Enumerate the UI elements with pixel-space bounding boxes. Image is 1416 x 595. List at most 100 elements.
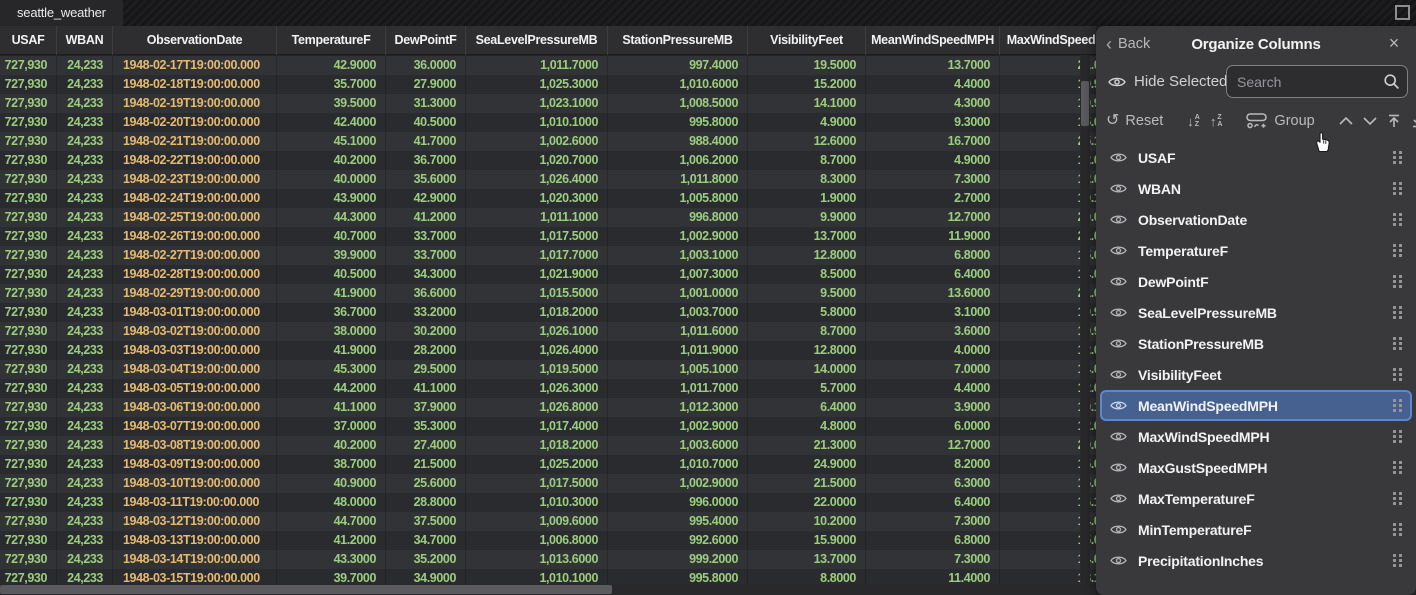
eye-icon[interactable] xyxy=(1110,462,1127,473)
eye-icon[interactable] xyxy=(1110,214,1127,225)
column-header-visibilityfeet[interactable]: VisibilityFeet xyxy=(748,26,866,55)
group-button[interactable]: Group xyxy=(1246,113,1314,129)
column-header-observationdate[interactable]: ObservationDate xyxy=(113,26,277,55)
table-cell: 3.9000 xyxy=(866,398,1000,417)
table-cell: 24,233 xyxy=(57,284,113,303)
table-cell: 1,025.3000 xyxy=(466,75,608,94)
search-input[interactable] xyxy=(1226,65,1408,98)
table-cell: 12.8000 xyxy=(748,341,866,360)
eye-icon[interactable] xyxy=(1110,307,1127,318)
table-cell: 40.2000 xyxy=(277,151,386,170)
drag-handle-icon[interactable] xyxy=(1393,554,1402,567)
table-cell: 3.1000 xyxy=(866,303,1000,322)
table-cell: 4.8000 xyxy=(748,417,866,436)
move-to-top-button[interactable] xyxy=(1387,114,1401,128)
organize-column-item-dewpointf[interactable]: DewPointF xyxy=(1100,266,1412,297)
organize-column-item-stationpressuremb[interactable]: StationPressureMB xyxy=(1100,328,1412,359)
eye-icon[interactable] xyxy=(1110,152,1127,163)
table-row: 727,93024,2331948-03-06T19:00:00.00041.1… xyxy=(0,398,1096,417)
eye-icon[interactable] xyxy=(1110,555,1127,566)
column-label: WBAN xyxy=(1138,181,1382,197)
drag-handle-icon[interactable] xyxy=(1393,368,1402,381)
table-cell: 1,026.4000 xyxy=(466,170,608,189)
eye-icon[interactable] xyxy=(1110,400,1127,411)
sort-ascending-button[interactable]: ↓ AZ xyxy=(1187,114,1200,129)
column-header-wban[interactable]: WBAN xyxy=(57,26,113,55)
table-cell: 1948-03-03T19:00:00.000 xyxy=(113,341,277,360)
column-header-sealevelpressuremb[interactable]: SeaLevelPressureMB xyxy=(466,26,608,55)
table-cell: 1948-03-11T19:00:00.000 xyxy=(113,493,277,512)
close-icon[interactable]: × xyxy=(1384,33,1404,53)
drag-handle-icon[interactable] xyxy=(1393,492,1402,505)
organize-column-item-sealevelpressuremb[interactable]: SeaLevelPressureMB xyxy=(1100,297,1412,328)
organize-column-item-observationdate[interactable]: ObservationDate xyxy=(1100,204,1412,235)
eye-icon[interactable] xyxy=(1110,369,1127,380)
column-label: MaxGustSpeedMPH xyxy=(1138,460,1382,476)
eye-icon[interactable] xyxy=(1110,338,1127,349)
drag-handle-icon[interactable] xyxy=(1393,306,1402,319)
table-cell: 727,930 xyxy=(0,56,57,75)
drag-handle-icon[interactable] xyxy=(1393,430,1402,443)
drag-handle-icon[interactable] xyxy=(1393,151,1402,164)
organize-column-item-mintemperaturef[interactable]: MinTemperatureF xyxy=(1100,514,1412,545)
table-cell: 1,026.8000 xyxy=(466,398,608,417)
table-cell: 1,017.4000 xyxy=(466,417,608,436)
eye-icon[interactable] xyxy=(1110,493,1127,504)
organize-column-item-maxtemperaturef[interactable]: MaxTemperatureF xyxy=(1100,483,1412,514)
sort-descending-button[interactable]: ↑ ZA xyxy=(1210,114,1223,129)
table-cell: 4.4000 xyxy=(866,75,1000,94)
organize-column-item-maxgustspeedmph[interactable]: MaxGustSpeedMPH xyxy=(1100,452,1412,483)
organize-column-item-meanwindspeedmph[interactable]: MeanWindSpeedMPH xyxy=(1100,390,1412,421)
vertical-scrollbar-thumb[interactable] xyxy=(1081,81,1089,126)
data-table: USAFWBANObservationDateTemperatureFDewPo… xyxy=(0,26,1096,595)
drag-handle-icon[interactable] xyxy=(1393,275,1402,288)
drag-handle-icon[interactable] xyxy=(1393,182,1402,195)
organize-column-item-maxwindspeedmph[interactable]: MaxWindSpeedMPH xyxy=(1100,421,1412,452)
drag-handle-icon[interactable] xyxy=(1393,213,1402,226)
table-cell: 1,012.3000 xyxy=(608,398,748,417)
table-cell: 24,233 xyxy=(57,455,113,474)
organize-column-item-wban[interactable]: WBAN xyxy=(1100,173,1412,204)
organize-column-item-usaf[interactable]: USAF xyxy=(1100,142,1412,173)
table-row: 727,93024,2331948-02-19T19:00:00.00039.5… xyxy=(0,94,1096,113)
move-down-button[interactable] xyxy=(1363,117,1377,125)
table-cell: 1,003.1000 xyxy=(608,246,748,265)
move-to-bottom-button[interactable] xyxy=(1411,114,1416,128)
table-cell: 1,026.4000 xyxy=(466,341,608,360)
table-cell: 988.4000 xyxy=(608,132,748,151)
eye-icon[interactable] xyxy=(1110,524,1127,535)
column-header-maxwindspeedmph[interactable]: MaxWindSpeedMPH xyxy=(1000,26,1096,55)
horizontal-scrollbar[interactable] xyxy=(0,584,1096,595)
table-cell: 992.6000 xyxy=(608,531,748,550)
drag-handle-icon[interactable] xyxy=(1393,523,1402,536)
column-header-dewpointf[interactable]: DewPointF xyxy=(386,26,466,55)
table-cell: 727,930 xyxy=(0,303,57,322)
column-header-meanwindspeedmph[interactable]: MeanWindSpeedMPH xyxy=(866,26,1000,55)
vertical-scrollbar[interactable] xyxy=(1080,55,1090,583)
drag-handle-icon[interactable] xyxy=(1393,399,1402,412)
column-header-stationpressuremb[interactable]: StationPressureMB xyxy=(608,26,748,55)
organize-column-item-temperaturef[interactable]: TemperatureF xyxy=(1100,235,1412,266)
drag-handle-icon[interactable] xyxy=(1393,461,1402,474)
column-header-usaf[interactable]: USAF xyxy=(0,26,57,55)
move-up-button[interactable] xyxy=(1339,117,1353,125)
eye-icon[interactable] xyxy=(1110,183,1127,194)
table-cell: 727,930 xyxy=(0,341,57,360)
window-maximize-icon[interactable] xyxy=(1395,5,1410,20)
table-cell: 41.2000 xyxy=(386,208,466,227)
eye-icon[interactable] xyxy=(1110,245,1127,256)
horizontal-scrollbar-thumb[interactable] xyxy=(0,585,612,594)
eye-icon[interactable] xyxy=(1110,276,1127,287)
organize-column-item-precipitationinches[interactable]: PrecipitationInches xyxy=(1100,545,1412,576)
hide-selected-button[interactable]: Hide Selected xyxy=(1108,73,1227,90)
table-cell: 6.8000 xyxy=(866,531,1000,550)
drag-handle-icon[interactable] xyxy=(1393,244,1402,257)
column-header-temperaturef[interactable]: TemperatureF xyxy=(277,26,386,55)
drag-handle-icon[interactable] xyxy=(1393,337,1402,350)
reset-button[interactable]: ↺ Reset xyxy=(1106,113,1163,129)
tab-seattle-weather[interactable]: seattle_weather xyxy=(0,0,123,26)
organize-column-item-visibilityfeet[interactable]: VisibilityFeet xyxy=(1100,359,1412,390)
eye-icon[interactable] xyxy=(1110,431,1127,442)
table-cell: 1948-02-29T19:00:00.000 xyxy=(113,284,277,303)
table-cell: 727,930 xyxy=(0,417,57,436)
